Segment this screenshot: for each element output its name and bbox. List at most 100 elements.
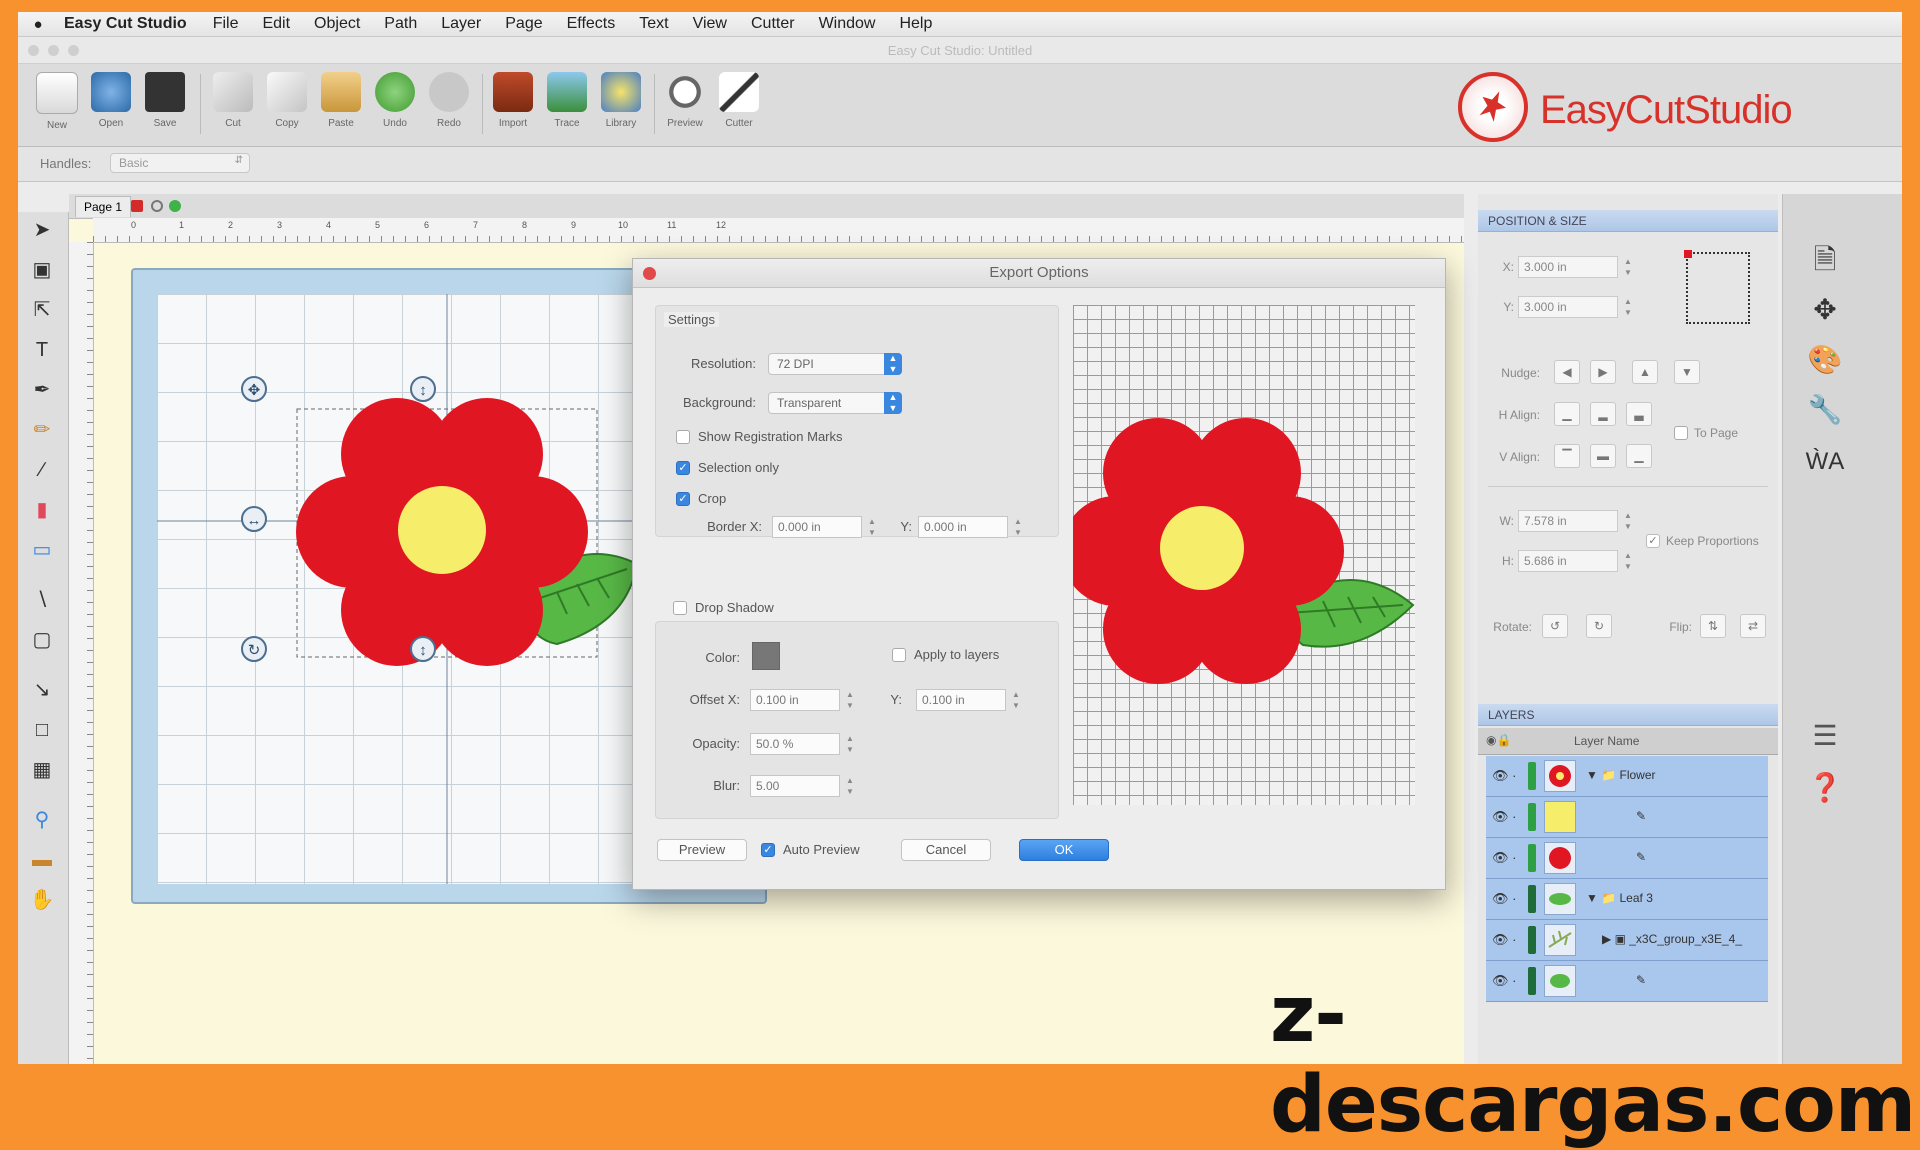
nudge-left-button[interactable]: ◀ <box>1554 360 1580 384</box>
shape-tool-icon[interactable]: ▭ <box>28 536 56 564</box>
apple-icon[interactable]: ● <box>18 16 58 33</box>
zoom-tool-icon[interactable]: ⚲ <box>28 806 56 834</box>
nudge-up-button[interactable]: ▲ <box>1632 360 1658 384</box>
visibility-eye-icon[interactable]: 👁 · <box>1492 768 1516 784</box>
auto-preview-checkbox[interactable]: ✓ <box>761 843 775 857</box>
visibility-eye-icon[interactable]: 👁 · <box>1492 891 1516 907</box>
background-select[interactable]: Transparent ▲ ▼ <box>768 392 902 414</box>
to-page-checkbox[interactable] <box>1674 426 1688 440</box>
nudge-down-button[interactable]: ▼ <box>1674 360 1700 384</box>
color-palette-icon[interactable]: 🎨 <box>1805 340 1845 380</box>
align-center-h-button[interactable]: ▂ <box>1590 402 1616 426</box>
h-stepper[interactable]: ▲ ▼ <box>1622 550 1634 572</box>
hand-tool-icon[interactable]: ✋ <box>28 886 56 914</box>
preview-toolbar-button[interactable]: Preview <box>660 70 710 140</box>
reference-point-selector[interactable] <box>1684 250 1750 324</box>
menu-text[interactable]: Text <box>627 15 680 33</box>
flip-vertical-button[interactable]: ⇅ <box>1700 614 1726 638</box>
knife-tool-icon[interactable]: ↘ <box>28 676 56 704</box>
fill-tool-icon[interactable]: ▢ <box>28 626 56 654</box>
menu-layer[interactable]: Layer <box>429 15 493 33</box>
x-stepper[interactable]: ▲ ▼ <box>1622 256 1634 278</box>
import-button[interactable]: Import <box>488 70 538 140</box>
ok-button[interactable]: OK <box>1019 839 1109 861</box>
nudge-right-button[interactable]: ▶ <box>1590 360 1616 384</box>
h-field[interactable]: 5.686 in <box>1518 550 1618 572</box>
paste-button[interactable]: Paste <box>316 70 366 140</box>
wrench-icon[interactable]: 🔧 <box>1805 390 1845 430</box>
selection-only-checkbox[interactable]: ✓ <box>676 461 690 475</box>
border-y-field[interactable]: 0.000 in <box>918 516 1008 538</box>
dialog-close-icon[interactable] <box>643 267 656 280</box>
opacity-stepper[interactable]: ▲ ▼ <box>844 733 856 755</box>
eraser-tool-icon[interactable]: ▮ <box>28 496 56 524</box>
menu-window[interactable]: Window <box>807 15 888 33</box>
weld-tool-icon[interactable]: ▦ <box>28 756 56 784</box>
node-edit-tool-icon[interactable]: ▣ <box>28 256 56 284</box>
y-stepper[interactable]: ▲ ▼ <box>1622 296 1634 318</box>
layers-header[interactable]: LAYERS <box>1478 704 1778 726</box>
measure-tool-icon[interactable]: ▬ <box>28 846 56 874</box>
offset-y-stepper[interactable]: ▲ ▼ <box>1010 689 1022 711</box>
select-tool-icon[interactable]: ➤ <box>28 216 56 244</box>
layer-row-group[interactable]: 👁 · ▶ ▣ _x3C_group_x3E_4_ <box>1486 920 1768 961</box>
show-registration-marks-checkbox[interactable] <box>676 430 690 444</box>
vertical-scale-handle-icon[interactable]: ↕ <box>410 376 436 402</box>
document-panel-icon[interactable]: 🗎 <box>1805 240 1845 280</box>
offset-x-field[interactable]: 0.100 in <box>750 689 840 711</box>
add-page-icon[interactable] <box>169 200 181 212</box>
new-button[interactable]: New <box>32 70 82 140</box>
x-field[interactable]: 3.000 in <box>1518 256 1618 278</box>
border-y-stepper[interactable]: ▲ ▼ <box>1012 516 1024 538</box>
blur-stepper[interactable]: ▲ ▼ <box>844 775 856 797</box>
menu-cutter[interactable]: Cutter <box>739 15 807 33</box>
keep-proportions-checkbox[interactable]: ✓ <box>1646 534 1660 548</box>
open-button[interactable]: Open <box>86 70 136 140</box>
copy-button[interactable]: Copy <box>262 70 312 140</box>
border-x-stepper[interactable]: ▲ ▼ <box>866 516 878 538</box>
text-tool-icon[interactable]: T <box>28 336 56 364</box>
offset-x-stepper[interactable]: ▲ ▼ <box>844 689 856 711</box>
offset-y-field[interactable]: 0.100 in <box>916 689 1006 711</box>
visibility-eye-icon[interactable]: 👁 · <box>1492 932 1516 948</box>
y-field[interactable]: 3.000 in <box>1518 296 1618 318</box>
preview-button[interactable]: Preview <box>657 839 747 861</box>
layer-row-center[interactable]: 👁 · ✎ <box>1486 797 1768 838</box>
cut-button[interactable]: Cut <box>208 70 258 140</box>
rotate-cw-button[interactable]: ↻ <box>1586 614 1612 638</box>
align-left-button[interactable]: ▁ <box>1554 402 1580 426</box>
opacity-field[interactable]: 50.0 % <box>750 733 840 755</box>
resolution-select[interactable]: 72 DPI ▲ ▼ <box>768 353 902 375</box>
font-panel-icon[interactable]: ẀA <box>1805 442 1845 482</box>
blur-field[interactable]: 5.00 <box>750 775 840 797</box>
menu-effects[interactable]: Effects <box>555 15 628 33</box>
horizontal-scale-handle-icon[interactable]: ↔ <box>241 506 267 532</box>
menu-file[interactable]: File <box>201 15 251 33</box>
align-bottom-button[interactable]: ▁ <box>1626 444 1652 468</box>
menu-view[interactable]: View <box>681 15 739 33</box>
handles-select[interactable]: Basic ⇵ <box>110 153 250 173</box>
crop-tool-icon[interactable]: □ <box>28 716 56 744</box>
rotate-handle-icon[interactable]: ↻ <box>241 636 267 662</box>
brush-tool-icon[interactable]: ∕ <box>28 456 56 484</box>
menu-help[interactable]: Help <box>887 15 944 33</box>
visibility-eye-icon[interactable]: 👁 · <box>1492 850 1516 866</box>
crop-checkbox[interactable]: ✓ <box>676 492 690 506</box>
cutter-button[interactable]: Cutter <box>714 70 764 140</box>
border-x-field[interactable]: 0.000 in <box>772 516 862 538</box>
cancel-button[interactable]: Cancel <box>901 839 991 861</box>
pen-tool-icon[interactable]: ✒ <box>28 376 56 404</box>
page-tab[interactable]: Page 1 <box>75 196 132 217</box>
apply-to-layers-checkbox[interactable] <box>892 648 906 662</box>
layer-row-flower[interactable]: 👁 · ▼ 📁 Flower <box>1486 756 1768 797</box>
layer-row-leaf[interactable]: 👁 · ▼ 📁 Leaf 3 <box>1486 879 1768 920</box>
shadow-color-swatch[interactable] <box>752 642 780 670</box>
move-handle-icon[interactable]: ✥ <box>241 376 267 402</box>
layer-row-petals[interactable]: 👁 · ✎ <box>1486 838 1768 879</box>
menu-page[interactable]: Page <box>493 15 554 33</box>
align-right-button[interactable]: ▃ <box>1626 402 1652 426</box>
redo-button[interactable]: Redo <box>424 70 474 140</box>
page-color-swatch[interactable] <box>131 200 143 212</box>
undo-button[interactable]: Undo <box>370 70 420 140</box>
visibility-eye-icon[interactable]: 👁 · <box>1492 809 1516 825</box>
